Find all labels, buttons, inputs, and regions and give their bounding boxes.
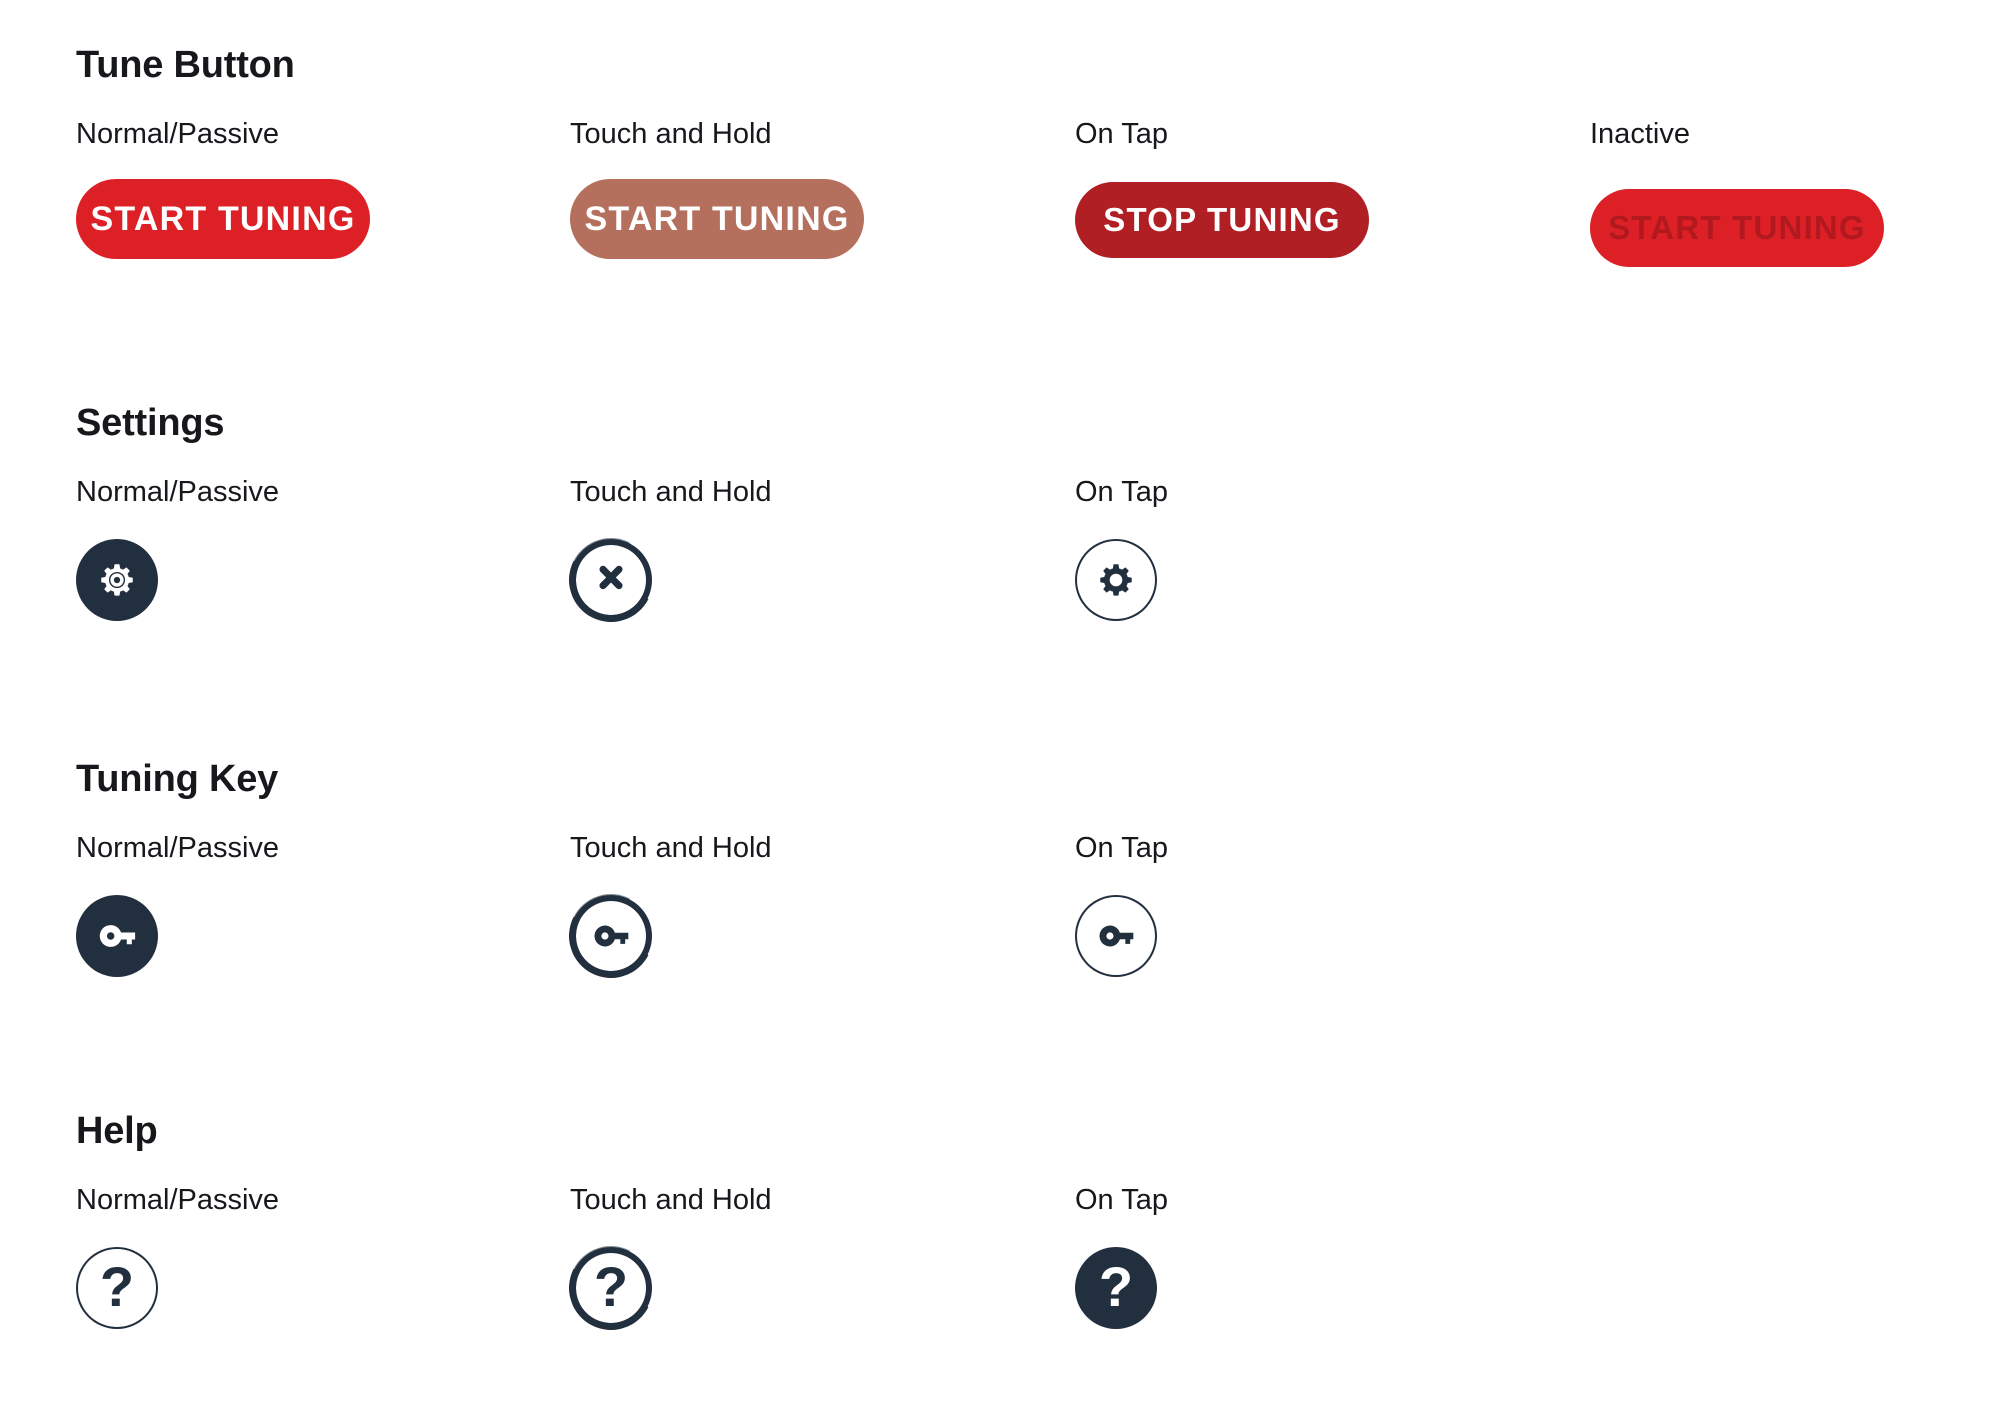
help-button-ontap[interactable]: ? bbox=[1075, 1247, 1158, 1337]
settings-button-hold[interactable] bbox=[570, 539, 653, 629]
settings-button-normal[interactable] bbox=[76, 539, 159, 629]
variant-help-hold: Touch and Hold ? bbox=[570, 1184, 772, 1337]
question-mark-icon: ? bbox=[1098, 1254, 1134, 1318]
button-label: STOP TUNING bbox=[1103, 201, 1341, 238]
start-tuning-button-hold[interactable]: START TUNING bbox=[561, 170, 873, 268]
variant-label: Normal/Passive bbox=[76, 832, 280, 864]
icon-wrap bbox=[76, 895, 162, 985]
key-icon bbox=[589, 914, 633, 958]
section-title-tuning-key: Tuning Key bbox=[76, 758, 279, 800]
icon-wrap bbox=[570, 895, 656, 985]
gear-icon bbox=[96, 559, 138, 601]
variant-tune-button-inactive: Inactive START TUNING bbox=[1581, 118, 1893, 276]
stop-tuning-button-ontap[interactable]: STOP TUNING bbox=[1066, 173, 1378, 267]
start-tuning-button-normal[interactable]: START TUNING bbox=[67, 170, 379, 268]
spec-sheet-canvas: Tune Button Normal/Passive START TUNING … bbox=[0, 0, 2007, 1418]
variant-settings-hold: Touch and Hold bbox=[570, 476, 772, 629]
variant-tuning-key-ontap: On Tap bbox=[1075, 832, 1168, 985]
variant-settings-ontap: On Tap bbox=[1075, 476, 1168, 629]
pill-wrap: STOP TUNING bbox=[1066, 173, 1378, 267]
section-title-settings: Settings bbox=[76, 402, 225, 444]
pill-wrap: START TUNING bbox=[561, 170, 873, 268]
icon-wrap bbox=[570, 539, 656, 629]
section-title-help: Help bbox=[76, 1110, 158, 1152]
variant-label: Touch and Hold bbox=[570, 118, 772, 150]
variant-label: Normal/Passive bbox=[76, 476, 280, 508]
variant-label: Touch and Hold bbox=[570, 1184, 772, 1216]
variant-tune-button-hold: Touch and Hold START TUNING bbox=[561, 118, 873, 268]
variant-tuning-key-normal: Normal/Passive bbox=[76, 832, 280, 985]
key-icon bbox=[94, 913, 140, 959]
button-label: START TUNING bbox=[90, 199, 356, 238]
question-mark-icon: ? bbox=[99, 1254, 135, 1318]
icon-wrap bbox=[1075, 539, 1161, 629]
variant-tune-button-ontap: On Tap STOP TUNING bbox=[1066, 118, 1378, 267]
variant-label: On Tap bbox=[1075, 476, 1168, 508]
variant-help-ontap: On Tap ? bbox=[1075, 1184, 1168, 1337]
variant-settings-normal: Normal/Passive bbox=[76, 476, 280, 629]
settings-button-ontap[interactable] bbox=[1075, 539, 1158, 629]
variant-tuning-key-hold: Touch and Hold bbox=[570, 832, 772, 985]
tuning-key-button-hold[interactable] bbox=[570, 895, 653, 985]
variant-tune-button-normal: Normal/Passive START TUNING bbox=[67, 118, 379, 268]
pill-wrap: START TUNING bbox=[1581, 180, 1893, 276]
variant-label: Normal/Passive bbox=[76, 1184, 280, 1216]
tuning-key-button-ontap[interactable] bbox=[1075, 895, 1158, 985]
key-icon bbox=[1094, 914, 1138, 958]
icon-wrap: ? bbox=[76, 1247, 162, 1337]
variant-label: Touch and Hold bbox=[570, 476, 772, 508]
icon-wrap bbox=[1075, 895, 1161, 985]
pill-wrap: START TUNING bbox=[67, 170, 379, 268]
variant-label: On Tap bbox=[1075, 832, 1168, 864]
help-button-normal[interactable]: ? bbox=[76, 1247, 159, 1337]
icon-wrap: ? bbox=[570, 1247, 656, 1337]
question-mark-icon: ? bbox=[593, 1254, 629, 1318]
variant-help-normal: Normal/Passive ? bbox=[76, 1184, 280, 1337]
close-x-icon bbox=[591, 560, 631, 600]
button-label: START TUNING bbox=[1608, 209, 1866, 246]
help-button-hold[interactable]: ? bbox=[570, 1247, 653, 1337]
start-tuning-button-inactive: START TUNING bbox=[1581, 180, 1893, 276]
icon-wrap bbox=[76, 539, 162, 629]
tuning-key-button-normal[interactable] bbox=[76, 895, 159, 985]
variant-label: On Tap bbox=[1075, 118, 1168, 150]
gear-icon bbox=[1095, 559, 1137, 601]
section-title-tune-button: Tune Button bbox=[76, 44, 295, 86]
variant-label: Normal/Passive bbox=[76, 118, 280, 150]
icon-wrap: ? bbox=[1075, 1247, 1161, 1337]
variant-label: Inactive bbox=[1590, 118, 1690, 150]
variant-label: Touch and Hold bbox=[570, 832, 772, 864]
button-label: START TUNING bbox=[584, 199, 850, 238]
variant-label: On Tap bbox=[1075, 1184, 1168, 1216]
